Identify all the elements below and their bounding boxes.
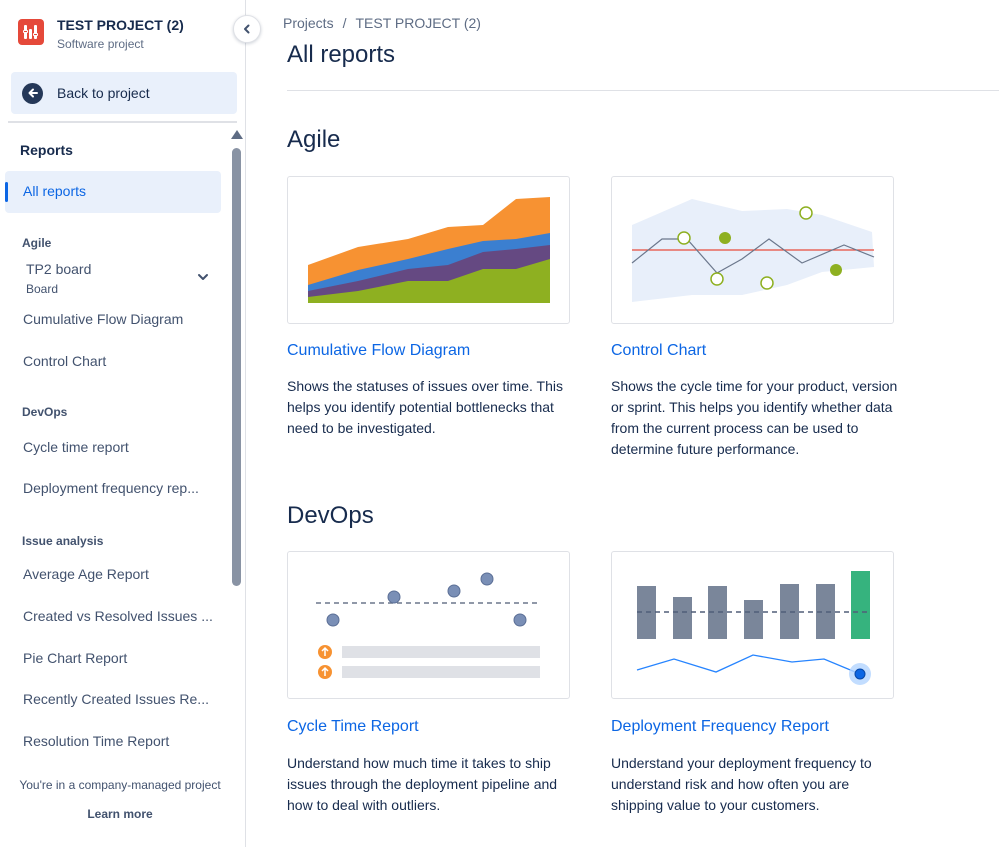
project-logo-icon (18, 19, 44, 45)
scrollbar-thumb[interactable] (232, 148, 241, 586)
cumulative-flow-thumbnail[interactable] (287, 176, 570, 324)
board-subtitle: Board (26, 282, 59, 296)
sidebar-item-all-reports[interactable]: All reports (5, 171, 221, 213)
card-title-cycle-time[interactable]: Cycle Time Report (287, 718, 419, 736)
chevron-down-icon[interactable] (196, 270, 210, 284)
sidebar-item-created-vs-resolved[interactable]: Created vs Resolved Issues ... (23, 608, 213, 624)
breadcrumb-projects[interactable]: Projects (283, 15, 334, 31)
arrow-left-icon (22, 82, 43, 104)
sidebar-item-average-age[interactable]: Average Age Report (23, 566, 149, 582)
breadcrumb: Projects / TEST PROJECT (2) (283, 15, 481, 31)
deployment-frequency-thumbnail[interactable] (611, 551, 894, 699)
sidebar: TEST PROJECT (2) Software project Back t… (0, 0, 246, 847)
nav-group-agile: Agile (22, 236, 52, 250)
section-title-agile: Agile (287, 126, 341, 153)
project-name: TEST PROJECT (2) (57, 17, 184, 33)
card-desc-deployment-frequency: Understand your deployment frequency to … (611, 755, 872, 813)
sidebar-nav: Reports All reports Agile TP2 board Boar… (0, 124, 230, 764)
sidebar-item-deployment-frequency[interactable]: Deployment frequency rep... (23, 480, 199, 496)
cycle-time-thumbnail[interactable] (287, 551, 570, 699)
card-title-deployment-frequency[interactable]: Deployment Frequency Report (611, 718, 829, 736)
nav-group-devops: DevOps (22, 405, 68, 419)
collapse-sidebar-button[interactable] (233, 15, 261, 43)
sidebar-item-recently-created[interactable]: Recently Created Issues Re... (23, 691, 209, 707)
card-desc-cycle-time: Understand how much time it takes to shi… (287, 755, 558, 813)
learn-more-link[interactable]: Learn more (0, 807, 240, 821)
project-header[interactable]: TEST PROJECT (2) Software project (18, 16, 184, 52)
sidebar-item-cumulative-flow[interactable]: Cumulative Flow Diagram (23, 311, 183, 327)
sidebar-item-label: All reports (23, 183, 87, 199)
header-divider (287, 90, 999, 91)
sidebar-item-cycle-time[interactable]: Cycle time report (23, 439, 129, 455)
sidebar-item-tp2-board[interactable]: TP2 board (26, 261, 91, 277)
section-title-devops: DevOps (287, 502, 374, 529)
card-title-cumulative-flow[interactable]: Cumulative Flow Diagram (287, 342, 470, 360)
sidebar-item-pie-chart[interactable]: Pie Chart Report (23, 650, 127, 666)
active-indicator (5, 182, 8, 202)
card-desc-control-chart: Shows the cycle time for your product, v… (611, 378, 898, 457)
nav-heading-reports: Reports (20, 142, 73, 158)
breadcrumb-project[interactable]: TEST PROJECT (2) (355, 15, 481, 31)
sidebar-divider (8, 121, 237, 123)
back-to-project-button[interactable]: Back to project (11, 72, 237, 114)
page-title: All reports (287, 41, 396, 68)
sidebar-item-control-chart[interactable]: Control Chart (23, 353, 106, 369)
chevron-left-icon (244, 24, 250, 34)
sidebar-item-resolution-time[interactable]: Resolution Time Report (23, 733, 169, 749)
company-managed-note: You're in a company-managed project (19, 778, 221, 792)
card-desc-cumulative-flow: Shows the statuses of issues over time. … (287, 378, 563, 436)
control-chart-thumbnail[interactable] (611, 176, 894, 324)
back-to-project-label: Back to project (57, 85, 150, 101)
project-type: Software project (57, 37, 144, 51)
nav-group-issue-analysis: Issue analysis (22, 534, 104, 548)
card-title-control-chart[interactable]: Control Chart (611, 342, 706, 360)
breadcrumb-separator: / (342, 15, 347, 31)
scroll-up-arrow-icon[interactable] (231, 130, 243, 139)
